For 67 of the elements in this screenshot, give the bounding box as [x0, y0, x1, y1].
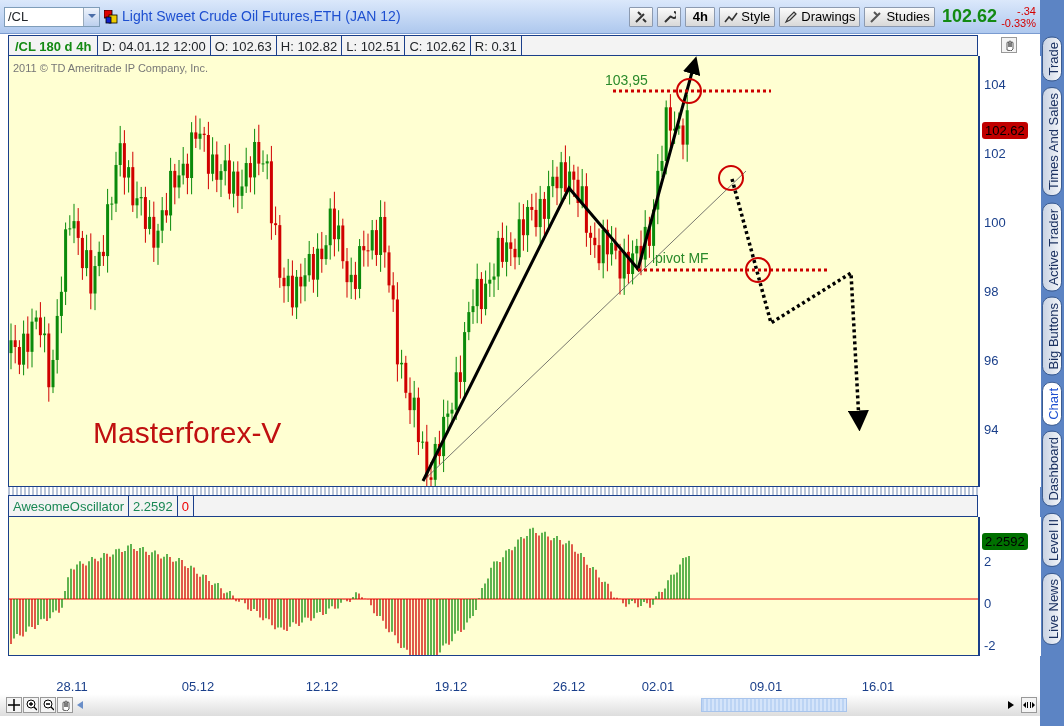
zoom-out-icon[interactable] — [40, 697, 56, 713]
side-tab[interactable]: Times And Sales — [1042, 87, 1062, 197]
oscillator-name: AwesomeOscillator — [9, 496, 130, 516]
scroll-right-icon[interactable] — [1008, 701, 1015, 709]
drawings-button[interactable]: Drawings — [779, 6, 861, 27]
pencil-icon — [784, 9, 799, 24]
style-button[interactable]: Style — [719, 6, 776, 27]
side-tab[interactable]: Chart — [1042, 381, 1062, 426]
price-axis-label: 102 — [984, 146, 1006, 161]
oscillator-zero-value: 0 — [177, 496, 195, 516]
ohlc-field: R: 0.31 — [470, 35, 522, 55]
side-tab[interactable]: Level II — [1042, 513, 1062, 567]
date-axis-label: 02.01 — [641, 679, 675, 694]
ohlc-field: H: 102.82 — [276, 35, 343, 55]
oscillator-axis-label: -2 — [984, 638, 996, 653]
zoom-in-icon[interactable] — [23, 697, 39, 713]
hand-icon[interactable] — [57, 697, 73, 713]
side-tab[interactable]: Active Trader — [1042, 202, 1062, 292]
side-tab[interactable]: Live News — [1042, 572, 1062, 645]
price-axis-label: 94 — [984, 422, 999, 437]
ohlc-field: L: 102.51 — [342, 35, 406, 55]
ohlc-field: O: 102.63 — [210, 35, 277, 55]
tool-icon — [869, 9, 884, 24]
circle-marker — [718, 165, 744, 191]
price-axis-label: 96 — [984, 353, 999, 368]
aggregation-button[interactable]: 4h — [685, 6, 716, 27]
symbol-field[interactable]: /CL — [4, 6, 100, 27]
price-axis-label: 100 — [984, 215, 1006, 230]
cursor-hand-icon[interactable] — [1001, 37, 1017, 53]
resize-icon[interactable] — [1020, 697, 1037, 713]
date-axis-label: 05.12 — [181, 679, 215, 694]
ohlc-field: C: 102.62 — [405, 35, 471, 55]
instrument-title[interactable]: Light Sweet Crude Oil Futures,ETH (JAN 12) — [122, 6, 401, 27]
dropdown-button[interactable] — [83, 7, 99, 26]
pivot-label: pivot MF — [655, 250, 709, 266]
circle-marker — [745, 257, 771, 283]
price-change: -.34 — [1016, 4, 1036, 17]
side-tab[interactable]: Big Buttons — [1042, 297, 1062, 376]
date-axis-label: 12.12 — [305, 679, 339, 694]
price-axis-label: 104 — [984, 77, 1006, 92]
ohlc-field: D: 04.01.12 12:00 — [98, 35, 211, 55]
oscillator-value: 2.2592 — [129, 496, 178, 516]
oscillator-axis-label: 2 — [984, 554, 992, 569]
price-axis-label: 98 — [984, 284, 999, 299]
last-price: 102.62 — [942, 5, 998, 28]
date-axis-label: 28.11 — [56, 679, 88, 694]
oscillator-axis-label: 0 — [984, 596, 992, 611]
squares-icon — [104, 9, 118, 24]
date-axis-label: 26.12 — [552, 679, 586, 694]
tools-icon[interactable] — [629, 6, 654, 27]
side-tab[interactable]: Dashboard — [1042, 431, 1062, 508]
value-tag: 2.2592 — [982, 533, 1028, 550]
date-axis-label: 16.01 — [861, 679, 895, 694]
scroll-left-icon[interactable] — [77, 701, 84, 709]
chart-symbol-label: /CL 180 d 4h — [9, 35, 99, 55]
date-axis-label: 19.12 — [434, 679, 468, 694]
percent-change: -0.33% — [1001, 16, 1036, 29]
studies-button[interactable]: Studies — [864, 6, 935, 27]
price-tag: 102.62 — [982, 122, 1028, 139]
copyright-text: 2011 © TD Ameritrade IP Company, Inc. — [13, 62, 208, 74]
price-target-label: 103,95 — [605, 72, 648, 88]
circle-marker — [676, 78, 702, 104]
scrollbar-thumb[interactable] — [701, 698, 848, 712]
side-tab[interactable]: Trade — [1042, 36, 1062, 82]
date-axis-label: 09.01 — [749, 679, 783, 694]
crosshair-icon[interactable] — [6, 697, 22, 713]
caption-text: Masterforex-V — [93, 416, 282, 449]
